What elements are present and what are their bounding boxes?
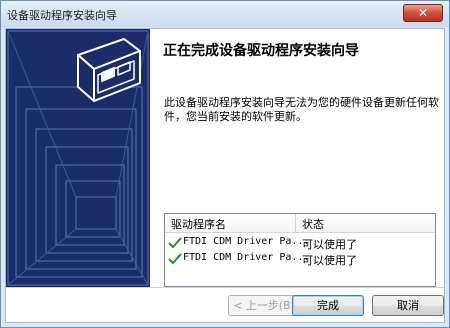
finish-button[interactable]: 完成 [292,295,364,316]
back-button[interactable]: < 上一步(B) [228,295,300,316]
close-button[interactable]: ✕ [403,4,443,22]
driver-name: FTDI CDM Driver Pa... [183,252,310,263]
column-divider[interactable] [295,214,296,232]
driver-status: 可以使用了 [302,238,357,251]
column-header-driver-name[interactable]: 驱动程序名 [171,216,226,232]
wizard-window: 设备驱动程序安装向导 ✕ 正在完成设备驱动程序安装向导 此设备驱动程序安装向导无… [0,0,450,328]
checkmark-icon [168,237,182,249]
driver-name: FTDI CDM Driver Pa... [183,236,310,247]
wizard-content: 正在完成设备驱动程序安装向导 此设备驱动程序安装向导无法为您的硬件设备更新任何软… [5,28,445,323]
window-title: 设备驱动程序安装向导 [7,9,117,22]
driver-list[interactable]: 驱动程序名 状态 FTDI CDM Driver Pa... 可以使用了 FTD… [164,213,436,287]
column-header-status[interactable]: 状态 [302,216,324,232]
wizard-sidebar-graphic [6,29,150,287]
cancel-button[interactable]: 取消 [372,295,444,316]
hardware-install-icon [7,30,149,286]
list-item[interactable]: FTDI CDM Driver Pa... 可以使用了 [165,251,435,267]
description-text: 此设备驱动程序安装向导无法为您的硬件设备更新任何软件，您当前安装的软件更新。 [164,96,439,123]
footer-divider [6,287,444,288]
title-bar[interactable]: 设备驱动程序安装向导 ✕ [1,1,449,27]
driver-status: 可以使用了 [302,254,357,267]
list-header: 驱动程序名 状态 [165,214,435,233]
list-item[interactable]: FTDI CDM Driver Pa... 可以使用了 [165,235,435,251]
checkmark-icon [168,253,182,265]
page-heading: 正在完成设备驱动程序安装向导 [163,43,359,59]
